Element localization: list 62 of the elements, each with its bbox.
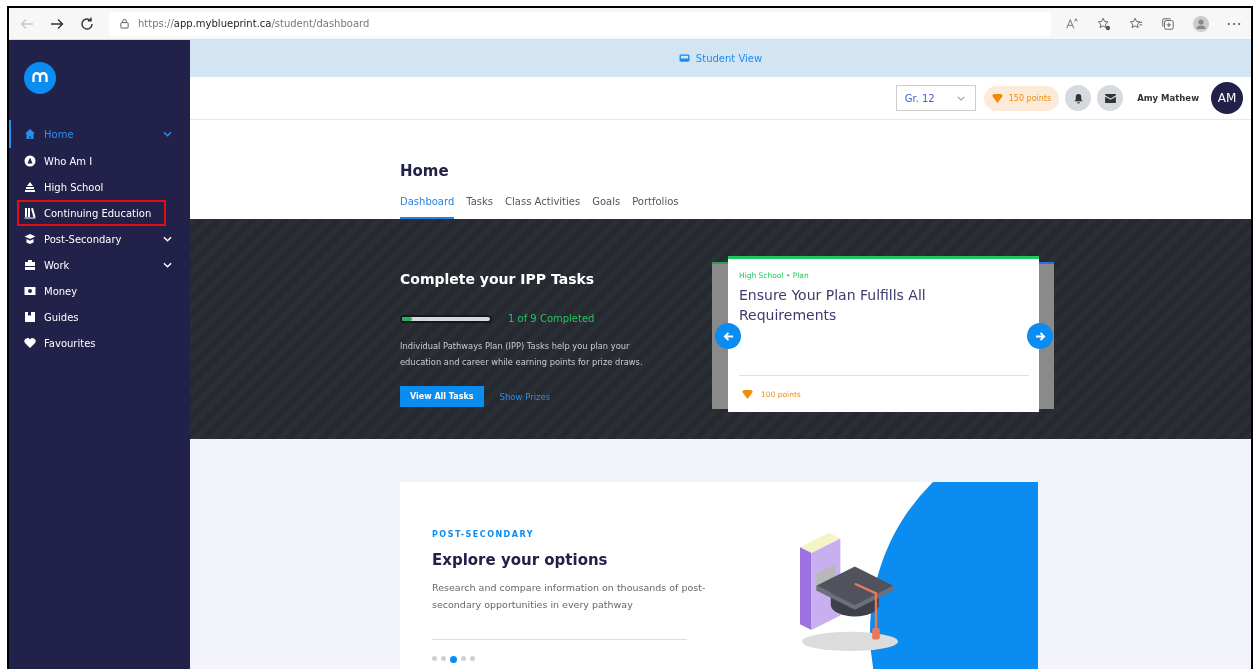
carousel-dot[interactable] [441,656,446,661]
progress-label: 1 of 9 Completed [508,313,595,324]
chevron-down-icon [163,236,172,242]
sidebar-item[interactable]: Home [9,120,182,148]
more-icon[interactable] [1227,21,1241,26]
sidebar-item[interactable]: Money [9,278,182,304]
page-tab[interactable]: Class Activities [505,196,581,219]
chevron-down-icon [163,262,172,268]
school-icon [24,181,36,193]
task-title: Ensure Your Plan Fulfills All Requirements [739,286,927,325]
sidebar-item[interactable]: High School [9,174,182,200]
address-bar[interactable]: https://app.myblueprint.ca/student/dashboard [109,11,1051,36]
page-tab[interactable]: Portfolios [632,196,679,219]
page-tab[interactable]: Goals [592,196,621,219]
carousel-dot[interactable] [432,656,437,661]
chevron-down-icon [163,131,172,137]
show-prizes-link[interactable]: Show Prizes [499,391,551,402]
gem-icon [991,93,1003,103]
sidebar-item[interactable]: Continuing Education [17,200,166,226]
banknote-icon [24,285,36,297]
page-tab[interactable]: Tasks [466,196,494,219]
compass-icon [24,155,36,167]
read-aloud-icon[interactable] [1065,16,1079,31]
books-icon [24,207,36,219]
sidebar-item[interactable]: Guides [9,304,182,330]
explore-description: Research and compare information on thousands of post-secondary opportunities in every pathway [432,581,707,612]
envelope-icon [1104,93,1116,103]
book-icon [24,311,36,323]
briefcase-icon [24,259,36,271]
graduation-cap-icon [24,233,36,245]
section-eyebrow: POST-SECONDARY [432,530,535,539]
chevron-down-icon [956,95,965,101]
sidebar-item[interactable]: Who Am I [9,148,182,174]
arrow-right-icon [1034,330,1046,342]
student-view-label: Student View [695,53,763,64]
collections-icon[interactable] [1161,16,1175,31]
banner-description: Individual Pathways Plan (IPP) Tasks help you plan your education and career while earning points for prize draws. [400,340,644,369]
add-favourite-icon[interactable] [1097,16,1111,31]
carousel-dot[interactable] [450,656,457,663]
logo-icon[interactable] [24,62,56,94]
reload-icon[interactable] [79,15,95,32]
profile-icon[interactable] [1193,15,1209,32]
gem-icon [742,389,753,399]
explore-title: Explore your options [432,551,609,569]
sidebar-item[interactable]: Work [9,252,182,278]
sidebar-item[interactable]: Favourites [9,330,182,356]
user-avatar[interactable]: AM [1211,82,1243,114]
sidebar-item[interactable]: Post-Secondary [9,226,182,252]
favourites-icon[interactable] [1129,16,1143,31]
arrow-left-icon [722,330,734,342]
user-name[interactable]: Amy Mathew [1137,93,1199,103]
notifications-button[interactable] [1065,85,1092,111]
home-icon [24,128,36,140]
banner-title: Complete your IPP Tasks [400,271,596,287]
heart-icon [24,337,36,349]
lock-icon [119,18,130,29]
carousel-dot[interactable] [461,656,466,661]
bell-icon [1072,92,1084,104]
page-title: Home [400,162,450,180]
carousel-dot[interactable] [470,656,475,661]
messages-button[interactable] [1097,85,1124,111]
grade-dropdown[interactable]: Gr. 12 [895,85,976,111]
